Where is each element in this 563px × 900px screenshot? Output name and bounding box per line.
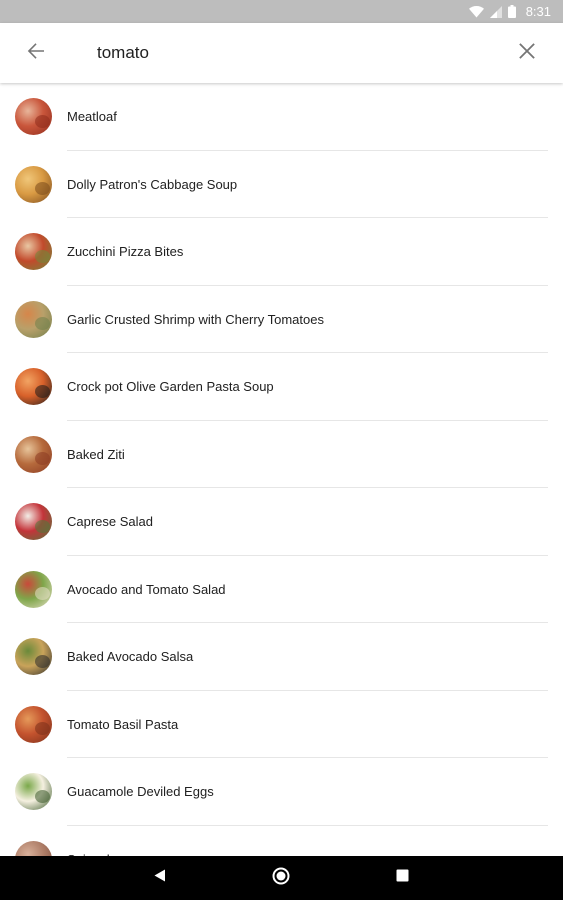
- recipe-thumbnail: [15, 840, 52, 856]
- nav-back-button[interactable]: [150, 868, 170, 888]
- recipe-result-item[interactable]: Meatloaf: [0, 83, 563, 151]
- battery-icon: [507, 5, 516, 18]
- recipe-result-item[interactable]: Crock pot Olive Garden Pasta Soup: [0, 353, 563, 421]
- status-bar: 8:31: [0, 0, 563, 23]
- recipe-thumbnail: [15, 503, 52, 541]
- recipe-thumbnail: [15, 705, 52, 743]
- search-bar: [0, 23, 563, 83]
- recipe-result-item[interactable]: Dolly Patron's Cabbage Soup: [0, 151, 563, 218]
- recipe-title: Zucchini Pizza Bites: [67, 244, 184, 260]
- recipe-result-item[interactable]: Baked Avocado Salsa: [0, 623, 563, 691]
- recipe-thumbnail: [15, 638, 52, 676]
- status-time: 8:31: [525, 4, 551, 19]
- recipe-result-item[interactable]: Tomato Basil Pasta: [0, 691, 563, 758]
- status-icons: 8:31: [468, 0, 551, 23]
- nav-back-icon: [154, 869, 166, 887]
- recipe-result-item[interactable]: Caprese Salad: [0, 488, 563, 556]
- recipe-thumbnail: [15, 233, 52, 271]
- recipe-result-item[interactable]: Garlic Crusted Shrimp with Cherry Tomato…: [0, 286, 563, 353]
- recipe-thumbnail: [15, 435, 52, 473]
- nav-home-button[interactable]: [271, 867, 291, 890]
- recipe-thumbnail: [15, 570, 52, 608]
- recipe-title: Baked Avocado Salsa: [67, 649, 194, 665]
- recipe-title: Baked Ziti: [67, 446, 125, 462]
- nav-recents-button[interactable]: [392, 868, 412, 888]
- recipe-title: Avocado and Tomato Salad: [67, 581, 226, 597]
- wifi-icon: [468, 5, 484, 18]
- recipe-title: Tomato Basil Pasta: [67, 716, 179, 732]
- navigation-bar: [0, 856, 563, 900]
- recipe-title: Garlic Crusted Shrimp with Cherry Tomato…: [67, 311, 324, 327]
- recipe-result-item[interactable]: Zucchini Pizza Bites: [0, 218, 563, 286]
- recipe-result-item[interactable]: Guacamole Deviled Eggs: [0, 758, 563, 826]
- recipe-title: Guacamole Deviled Eggs: [67, 784, 214, 800]
- recipe-thumbnail: [15, 165, 52, 203]
- recipe-thumbnail: [15, 368, 52, 406]
- results-list: Meatloaf Dolly Patron's Cabbage Soup Zucch…: [0, 83, 563, 856]
- recipe-thumbnail: [15, 773, 52, 811]
- recipe-result-item[interactable]: Baked Ziti: [0, 421, 563, 488]
- search-input[interactable]: [97, 40, 477, 66]
- recipe-result-item[interactable]: Spinach: [0, 826, 563, 856]
- recipe-title: Dolly Patron's Cabbage Soup: [67, 176, 238, 192]
- clear-search-button[interactable]: [511, 37, 543, 69]
- recipe-result-item[interactable]: Avocado and Tomato Salad: [0, 556, 563, 623]
- nav-home-icon: [272, 867, 290, 890]
- nav-recents-icon: [396, 869, 409, 887]
- cell-signal-icon: [489, 5, 502, 18]
- recipe-thumbnail: [15, 98, 52, 136]
- back-button[interactable]: [20, 37, 52, 69]
- recipe-title: Caprese Salad: [67, 514, 153, 530]
- recipe-title: Meatloaf: [67, 109, 117, 125]
- recipe-title: Crock pot Olive Garden Pasta Soup: [67, 379, 274, 395]
- recipe-thumbnail: [15, 300, 52, 338]
- arrow-back-icon: [27, 42, 45, 65]
- close-icon: [519, 42, 535, 64]
